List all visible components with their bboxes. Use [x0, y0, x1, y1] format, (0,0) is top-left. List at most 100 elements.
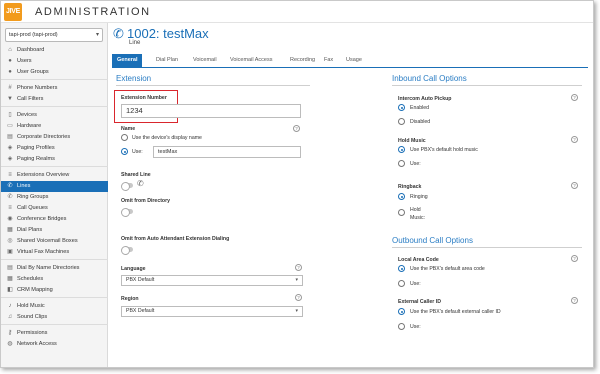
sidebar-item-label: Extensions Overview: [17, 172, 70, 178]
sidebar-item-dial-by-name-directories[interactable]: ▤ Dial By Name Directories: [1, 263, 108, 274]
omit-directory-toggle[interactable]: [121, 207, 133, 217]
sidebar-item-lines[interactable]: ✆ Lines: [1, 181, 108, 192]
sidebar-item-hardware[interactable]: ▭ Hardware: [1, 121, 108, 132]
caller-id-label: External Caller ID: [398, 299, 441, 305]
outbound-section-title: Outbound Call Options: [392, 236, 473, 245]
sidebar-item-user-groups[interactable]: ● User Groups: [1, 67, 108, 78]
sidebar-item-ring-groups[interactable]: ✆ Ring Groups: [1, 192, 108, 203]
extension-number-input[interactable]: 1234: [121, 104, 301, 118]
sidebar-item-extensions-overview[interactable]: ≡ Extensions Overview: [1, 170, 108, 181]
hold-use-option: Use:: [410, 161, 421, 167]
sidebar-item-call-filters[interactable]: ▼ Call Filters: [1, 94, 108, 105]
shared-line-label: Shared Line: [121, 172, 151, 178]
voicemail-icon: ◎: [7, 238, 13, 244]
shared-line-phone-icon: ✆: [137, 179, 144, 188]
shared-line-toggle[interactable]: [121, 181, 133, 191]
intercom-disabled-option: Disabled: [410, 119, 431, 125]
sidebar-item-schedules[interactable]: ▦ Schedules: [1, 274, 108, 285]
sidebar-item-virtual-fax-machines[interactable]: ▣ Virtual Fax Machines: [1, 247, 108, 258]
sidebar-item-paging-profiles[interactable]: ◈ Paging Profiles: [1, 143, 108, 154]
caller-use-radio[interactable]: [398, 323, 405, 330]
phone-icon: ✆: [113, 26, 124, 41]
ringback-ringing-radio[interactable]: [398, 193, 405, 200]
fax-icon: ▣: [7, 249, 13, 255]
intercom-enabled-radio[interactable]: [398, 104, 405, 111]
help-icon[interactable]: ?: [571, 94, 578, 101]
paging-profile-icon: ◈: [7, 145, 13, 151]
area-default-option: Use the PBX's default area code: [410, 266, 485, 272]
hold-use-radio[interactable]: [398, 160, 405, 167]
hold-music-label: Hold Music: [398, 138, 426, 144]
name-input[interactable]: testMax: [153, 146, 301, 158]
hold-default-radio[interactable]: [398, 146, 405, 153]
area-default-radio[interactable]: [398, 265, 405, 272]
omit-aa-toggle[interactable]: [121, 245, 133, 255]
directory-icon: ▤: [7, 134, 13, 140]
region-label: Region: [121, 296, 139, 302]
help-icon[interactable]: ?: [571, 182, 578, 189]
tab-recording[interactable]: Recording: [290, 54, 315, 67]
sidebar-item-sound-clips[interactable]: ♫ Sound Clips: [1, 312, 108, 323]
sidebar-divider: [1, 297, 108, 298]
sidebar-item-label: Conference Bridges: [17, 216, 67, 222]
conference-icon: ◉: [7, 216, 13, 222]
pbx-selector-value: tapi-prod (tapi-prod): [9, 32, 58, 38]
sidebar-item-call-queues[interactable]: ≡ Call Queues: [1, 203, 108, 214]
sidebar-item-phone-numbers[interactable]: # Phone Numbers: [1, 83, 108, 94]
language-select[interactable]: PBX Default ▾: [121, 275, 303, 286]
sidebar-item-paging-realms[interactable]: ◈ Paging Realms: [1, 154, 108, 165]
tab-dial-plan[interactable]: Dial Plan: [156, 54, 178, 67]
sidebar-item-label: Paging Realms: [17, 156, 55, 162]
filter-icon: ▼: [7, 96, 13, 102]
tab-voicemail-access[interactable]: Voicemail Access: [230, 54, 273, 67]
sidebar-item-corporate-directories[interactable]: ▤ Corporate Directories: [1, 132, 108, 143]
section-divider: [392, 247, 582, 248]
tab-usage[interactable]: Usage: [346, 54, 362, 67]
sidebar-item-permissions[interactable]: ⚷ Permissions: [1, 328, 108, 339]
tab-general[interactable]: General: [112, 54, 143, 67]
sidebar-item-hold-music[interactable]: ♪ Hold Music: [1, 301, 108, 312]
key-icon: ⚷: [7, 330, 13, 336]
sidebar-item-label: Ring Groups: [17, 194, 49, 200]
pbx-selector[interactable]: tapi-prod (tapi-prod) ▾: [5, 28, 103, 42]
help-icon[interactable]: ?: [293, 125, 300, 132]
sound-icon: ♫: [7, 314, 13, 320]
ringback-music-option: Music:: [410, 215, 425, 221]
intercom-disabled-radio[interactable]: [398, 118, 405, 125]
sidebar-item-label: Devices: [17, 112, 37, 118]
tab-underline: [112, 67, 588, 68]
help-icon[interactable]: ?: [571, 136, 578, 143]
tab-fax[interactable]: Fax: [324, 54, 333, 67]
help-icon[interactable]: ?: [571, 297, 578, 304]
area-use-radio[interactable]: [398, 280, 405, 287]
help-icon[interactable]: ?: [571, 255, 578, 262]
sidebar-item-network-access[interactable]: ◍ Network Access: [1, 339, 108, 350]
tab-voicemail[interactable]: Voicemail: [193, 54, 217, 67]
intercom-enabled-option: Enabled: [410, 105, 430, 111]
dial-plan-icon: ▦: [7, 227, 13, 233]
extension-section-title: Extension: [116, 74, 152, 83]
help-icon[interactable]: ?: [295, 264, 302, 271]
sidebar-item-devices[interactable]: ▯ Devices: [1, 110, 108, 121]
sidebar-item-dial-plans[interactable]: ▦ Dial Plans: [1, 225, 108, 236]
device-icon: ▯: [8, 112, 12, 118]
sidebar-item-label: Paging Profiles: [17, 145, 55, 151]
name-device-radio[interactable]: [121, 134, 128, 141]
sidebar-item-label: Lines: [17, 183, 31, 189]
sidebar-item-dashboard[interactable]: ⌂ Dashboard: [1, 45, 108, 56]
caller-default-radio[interactable]: [398, 308, 405, 315]
chevron-down-icon: ▾: [295, 308, 298, 314]
help-icon[interactable]: ?: [295, 294, 302, 301]
area-use-option: Use:: [410, 281, 421, 287]
sidebar-item-users[interactable]: ● Users: [1, 56, 108, 67]
language-label: Language: [121, 266, 146, 272]
name-use-radio[interactable]: [121, 148, 128, 155]
sidebar-item-conference-bridges[interactable]: ◉ Conference Bridges: [1, 214, 108, 225]
phone-icon: ✆: [7, 183, 13, 189]
ringback-hold-radio[interactable]: [398, 209, 405, 216]
sidebar-item-shared-voicemail-boxes[interactable]: ◎ Shared Voicemail Boxes: [1, 236, 108, 247]
region-select[interactable]: PBX Default ▾: [121, 306, 303, 317]
section-divider: [116, 85, 310, 86]
page-subtitle: Line: [129, 40, 141, 46]
sidebar-item-crm-mapping[interactable]: ◧ CRM Mapping: [1, 285, 108, 296]
